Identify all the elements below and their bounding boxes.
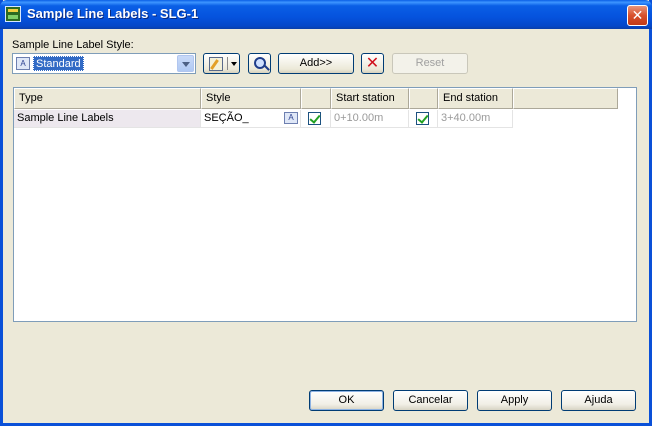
end-station-checkbox[interactable] [416, 112, 429, 125]
apply-button[interactable]: Apply [477, 390, 552, 411]
grid-header: Type Style Start station End station [14, 88, 618, 109]
column-header-start-station[interactable]: Start station [331, 88, 409, 109]
labels-grid[interactable]: Type Style Start station End station Sam… [13, 87, 637, 322]
label-style-dropdown[interactable]: A Standard [12, 53, 196, 74]
chevron-down-icon[interactable] [177, 55, 194, 72]
cell-end-check[interactable] [409, 110, 438, 128]
cell-style[interactable]: SEÇÃO_ A [201, 110, 301, 128]
cell-type[interactable]: Sample Line Labels [14, 110, 201, 128]
add-button[interactable]: Add>> [278, 53, 354, 74]
title-bar[interactable]: Sample Line Labels - SLG-1 ✕ [0, 0, 652, 29]
column-header-type[interactable]: Type [14, 88, 201, 109]
pencil-icon [209, 57, 223, 71]
cell-style-text: SEÇÃO_ [204, 112, 249, 124]
column-header-start-check[interactable] [301, 88, 331, 109]
delete-button[interactable]: ✕ [361, 53, 384, 74]
column-header-end-check[interactable] [409, 88, 438, 109]
cell-start-check[interactable] [301, 110, 331, 128]
magnifier-icon [254, 57, 266, 69]
style-label: Sample Line Label Style: [12, 39, 134, 51]
split-divider [227, 57, 228, 70]
column-header-style[interactable]: Style [201, 88, 301, 109]
preview-button[interactable] [248, 53, 271, 74]
help-button[interactable]: Ajuda [561, 390, 636, 411]
column-header-end-station[interactable]: End station [438, 88, 513, 109]
cell-end-station[interactable]: 3+40.00m [438, 110, 513, 128]
style-picker-icon[interactable]: A [284, 112, 298, 124]
close-button[interactable]: ✕ [627, 5, 648, 26]
window-title: Sample Line Labels - SLG-1 [27, 6, 199, 21]
delete-icon: ✕ [365, 55, 380, 72]
edit-style-button[interactable] [203, 53, 240, 74]
dropdown-arrow-icon[interactable] [231, 62, 237, 66]
start-station-checkbox[interactable] [308, 112, 321, 125]
cancel-button[interactable]: Cancelar [393, 390, 468, 411]
table-row[interactable]: Sample Line Labels SEÇÃO_ A 0+10.00m 3+4… [14, 110, 514, 128]
ok-button[interactable]: OK [309, 390, 384, 411]
close-icon: ✕ [631, 7, 644, 23]
selected-style: Standard [33, 56, 84, 71]
app-icon [5, 6, 21, 22]
cell-start-station[interactable]: 0+10.00m [331, 110, 409, 128]
column-header-filler [513, 88, 618, 109]
reset-button[interactable]: Reset [392, 53, 468, 74]
label-style-icon: A [16, 57, 30, 70]
